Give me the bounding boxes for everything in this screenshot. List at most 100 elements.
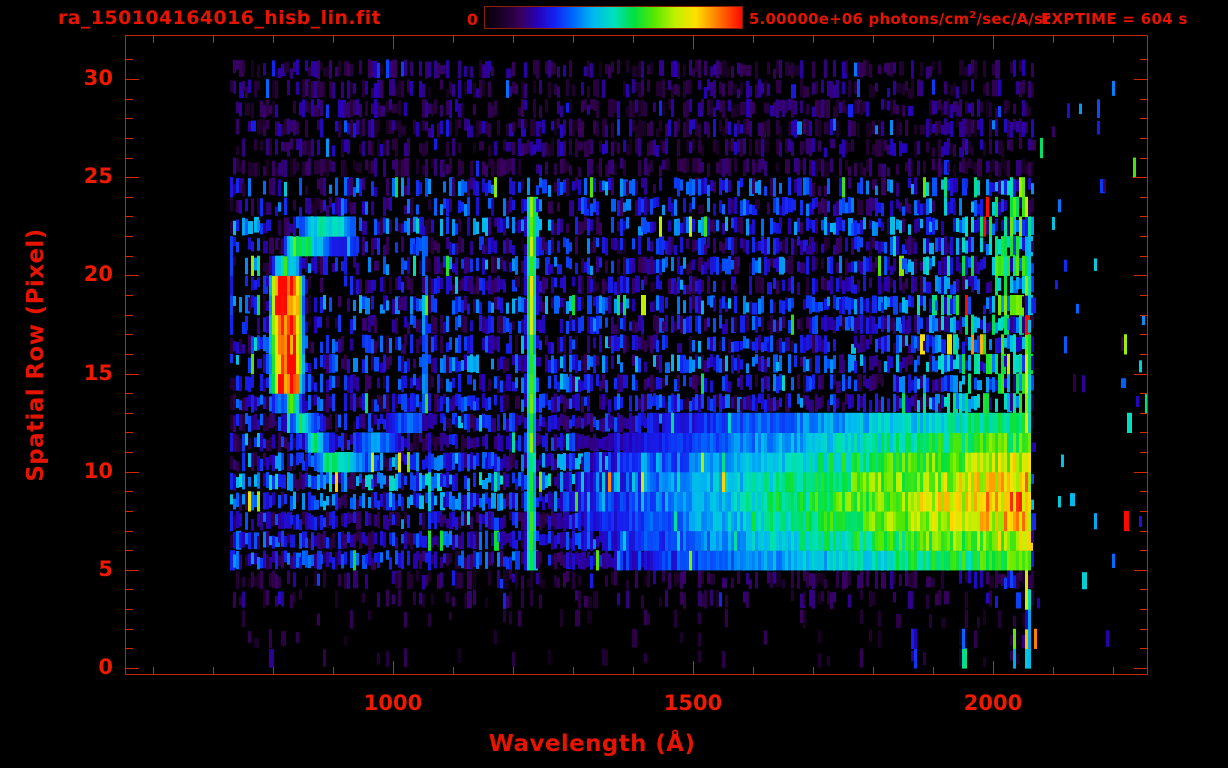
- y-axis-title: Spatial Row (Pixel): [23, 228, 49, 482]
- y-axis-tick: [1134, 79, 1148, 80]
- y-axis-tick-label: 5: [98, 557, 113, 581]
- y-axis-tick: [1134, 177, 1148, 178]
- y-axis-tick: [1140, 334, 1148, 335]
- x-axis-tick: [993, 35, 994, 49]
- y-axis-tick: [1140, 609, 1148, 610]
- x-axis-tick: [753, 667, 754, 675]
- y-axis-tick: [125, 374, 139, 375]
- y-axis-tick: [125, 393, 133, 394]
- y-axis-tick: [125, 589, 133, 590]
- x-axis-tick: [933, 35, 934, 43]
- y-axis-tick: [125, 570, 139, 571]
- y-axis-tick: [125, 138, 133, 139]
- y-axis-tick: [1140, 648, 1148, 649]
- colorbar-units-suffix: /sec/A/sr: [976, 10, 1051, 28]
- x-axis-tick: [273, 35, 274, 43]
- y-axis-tick: [1140, 59, 1148, 60]
- y-axis-tick: [1134, 668, 1148, 669]
- y-axis-tick: [125, 609, 133, 610]
- y-axis-tick-label: 0: [98, 655, 113, 679]
- file-title: ra_150104164016_hisb_lin.fit: [58, 7, 382, 29]
- x-axis-tick: [1113, 667, 1114, 675]
- x-axis-tick-label: 1000: [363, 691, 423, 715]
- y-axis-tick: [1140, 393, 1148, 394]
- y-axis-tick: [1140, 158, 1148, 159]
- y-axis-tick: [125, 99, 133, 100]
- x-axis-tick: [333, 667, 334, 675]
- y-axis-tick-label: 20: [83, 262, 113, 286]
- y-axis-tick: [125, 177, 139, 178]
- y-axis-tick: [1140, 216, 1148, 217]
- x-axis-tick: [513, 667, 514, 675]
- y-axis-tick-label: 15: [83, 361, 113, 385]
- y-axis-tick: [125, 216, 133, 217]
- x-axis-tick: [693, 661, 694, 675]
- colorbar-max-label: 5.00000e+06 photons/cm2/sec/A/sr: [749, 10, 1051, 28]
- y-axis-tick: [125, 491, 133, 492]
- y-axis-tick: [1140, 197, 1148, 198]
- y-axis-tick: [1140, 118, 1148, 119]
- y-axis-tick: [125, 511, 133, 512]
- x-axis-tick-label: 2000: [963, 691, 1023, 715]
- x-axis-tick: [1053, 35, 1054, 43]
- y-axis-tick: [1140, 491, 1148, 492]
- y-axis-tick-label: 25: [83, 164, 113, 188]
- x-axis-tick: [213, 667, 214, 675]
- y-axis-tick: [1134, 472, 1148, 473]
- x-axis-tick: [453, 35, 454, 43]
- y-axis-tick: [125, 236, 133, 237]
- x-axis-tick: [813, 667, 814, 675]
- y-axis-tick: [1140, 354, 1148, 355]
- colorbar-units-prefix: 5.00000e+06 photons/cm: [749, 10, 970, 28]
- x-axis-tick: [693, 35, 694, 49]
- y-axis-tick: [1140, 531, 1148, 532]
- exposure-time-label: EXPTIME = 604 s: [1041, 10, 1188, 28]
- x-axis-tick: [153, 35, 154, 43]
- x-axis-tick: [813, 35, 814, 43]
- x-axis-tick: [933, 667, 934, 675]
- y-axis-tick: [1140, 236, 1148, 237]
- y-axis-tick: [1140, 511, 1148, 512]
- x-axis-tick: [633, 35, 634, 43]
- y-axis-tick: [125, 315, 133, 316]
- y-axis-tick: [125, 197, 133, 198]
- x-axis-tick: [573, 35, 574, 43]
- y-axis-tick: [125, 648, 133, 649]
- y-axis-tick: [125, 550, 133, 551]
- x-axis-tick: [573, 667, 574, 675]
- x-axis-tick: [273, 667, 274, 675]
- y-axis-tick: [1134, 570, 1148, 571]
- x-axis-tick: [393, 661, 394, 675]
- y-axis-tick: [1140, 138, 1148, 139]
- y-axis-tick: [125, 668, 139, 669]
- x-axis-tick: [1053, 667, 1054, 675]
- x-axis-tick: [753, 35, 754, 43]
- y-axis-tick: [1140, 256, 1148, 257]
- y-axis-tick: [1140, 413, 1148, 414]
- y-axis-tick: [125, 472, 139, 473]
- x-axis-tick: [1113, 35, 1114, 43]
- x-axis-tick-label: 1500: [663, 691, 723, 715]
- plot-frame: [125, 35, 1148, 675]
- y-axis-tick: [1140, 452, 1148, 453]
- y-axis-tick: [1140, 295, 1148, 296]
- x-axis-tick: [333, 35, 334, 43]
- y-axis-tick: [125, 118, 133, 119]
- y-axis-tick: [1140, 315, 1148, 316]
- y-axis-tick: [1134, 374, 1148, 375]
- y-axis-tick: [125, 413, 133, 414]
- y-axis-tick: [125, 79, 139, 80]
- x-axis-tick: [873, 667, 874, 675]
- x-axis-tick: [213, 35, 214, 43]
- y-axis-tick: [1140, 550, 1148, 551]
- x-axis-title: Wavelength (Å): [488, 731, 696, 757]
- y-axis-tick: [125, 629, 133, 630]
- y-axis-tick: [125, 354, 133, 355]
- x-axis-tick: [513, 35, 514, 43]
- x-axis-tick: [393, 35, 394, 49]
- y-axis-tick: [125, 531, 133, 532]
- spectral-viewer-window: ra_150104164016_hisb_lin.fit 0 5.00000e+…: [0, 0, 1228, 768]
- colorbar-units-superscript: 2: [969, 10, 977, 21]
- y-axis-tick-label: 30: [83, 66, 113, 90]
- y-axis-tick: [1140, 99, 1148, 100]
